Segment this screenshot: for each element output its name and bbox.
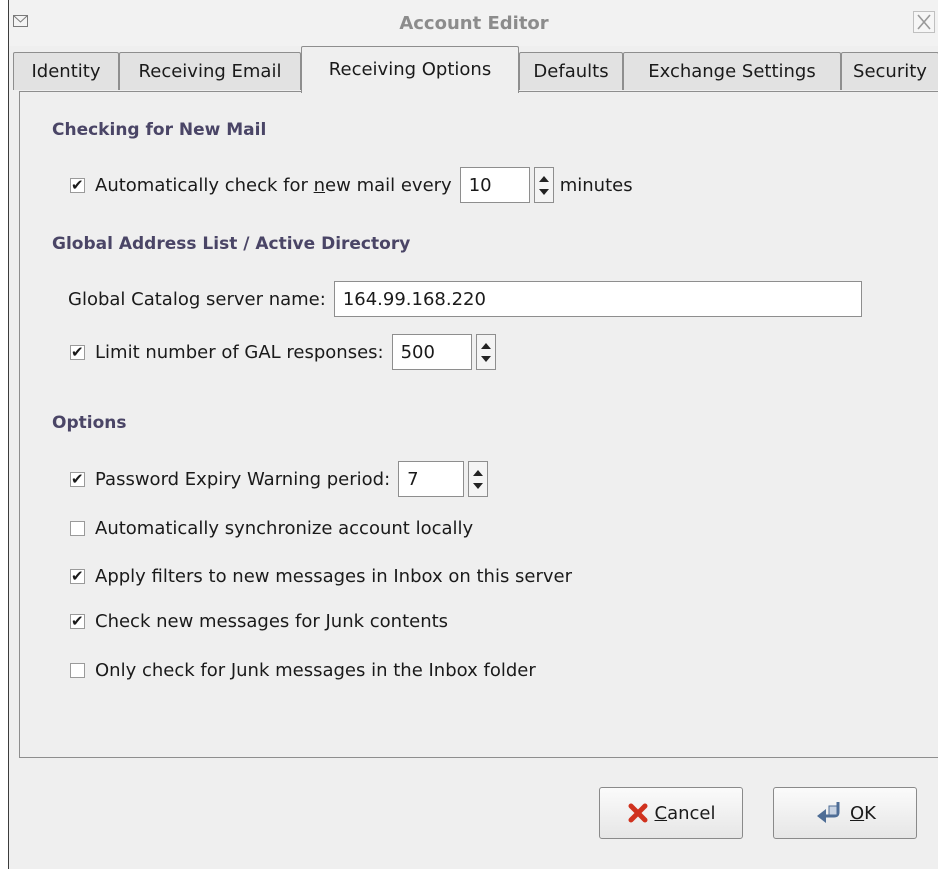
options-heading: Options xyxy=(52,413,127,433)
gal-limit-spinner xyxy=(391,334,496,370)
tab-identity[interactable]: Identity xyxy=(13,52,119,90)
password-expiry-checkbox[interactable] xyxy=(70,469,85,489)
ok-button[interactable]: OK xyxy=(773,787,917,839)
option-item-sync: Automatically synchronize account locall… xyxy=(70,510,473,546)
tab-exchange-settings[interactable]: Exchange Settings xyxy=(623,52,841,90)
cancel-button[interactable]: Cancel xyxy=(599,787,743,839)
apply-filters-label: Apply filters to new messages in Inbox o… xyxy=(95,565,573,587)
gal-limit-stepper[interactable] xyxy=(475,334,496,370)
check-junk-label: Check new messages for Junk contents xyxy=(95,610,449,632)
check-junk-checkbox[interactable] xyxy=(70,611,85,631)
check-interval-input[interactable] xyxy=(459,167,530,203)
auto-check-checkbox[interactable] xyxy=(70,175,85,195)
ok-button-label: OK xyxy=(850,802,876,824)
password-expiry-spinner xyxy=(398,461,489,497)
sync-locally-checkbox[interactable] xyxy=(70,520,85,536)
tab-bar: Identity Receiving Email Receiving Optio… xyxy=(13,46,938,93)
catalog-server-label: Global Catalog server name: xyxy=(68,288,326,310)
arrow-up-icon[interactable] xyxy=(538,176,549,182)
junk-inbox-only-label: Only check for Junk messages in the Inbo… xyxy=(95,659,536,681)
option-item-junk-inbox: Only check for Junk messages in the Inbo… xyxy=(70,652,536,688)
ok-return-arrow-icon xyxy=(817,802,840,823)
arrow-up-icon[interactable] xyxy=(480,343,491,349)
cancel-button-label: Cancel xyxy=(654,802,716,824)
tab-receiving-options[interactable]: Receiving Options xyxy=(301,46,519,93)
gal-limit-input[interactable] xyxy=(391,334,472,370)
gal-limit-checkbox[interactable] xyxy=(70,342,85,362)
receiving-options-panel: Checking for New Mail Automatically chec… xyxy=(19,91,938,758)
apply-filters-checkbox[interactable] xyxy=(70,566,85,586)
tab-receiving-email[interactable]: Receiving Email xyxy=(119,52,301,90)
check-interval-spinner xyxy=(459,167,554,203)
gal-heading: Global Address List / Active Directory xyxy=(52,234,411,254)
auto-check-row: Automatically check for new mail every m… xyxy=(70,167,633,203)
close-window-icon[interactable] xyxy=(913,11,935,33)
option-item-filters: Apply filters to new messages in Inbox o… xyxy=(70,558,572,594)
tab-defaults[interactable]: Defaults xyxy=(519,52,623,90)
tab-security[interactable]: Security xyxy=(841,52,938,90)
window-title: Account Editor xyxy=(399,13,549,34)
gal-limit-row: Limit number of GAL responses: xyxy=(70,334,502,370)
password-expiry-label: Password Expiry Warning period: xyxy=(95,468,391,490)
arrow-down-icon[interactable] xyxy=(480,356,491,362)
arrow-up-icon[interactable] xyxy=(473,470,484,476)
account-editor-window: Account Editor Identity Receiving Email … xyxy=(8,0,938,869)
option-item-junk: Check new messages for Junk contents xyxy=(70,603,448,639)
arrow-down-icon[interactable] xyxy=(473,483,484,489)
checking-new-mail-heading: Checking for New Mail xyxy=(52,120,267,140)
minutes-label: minutes xyxy=(559,174,633,196)
title-bar: Account Editor xyxy=(9,0,938,46)
junk-inbox-only-checkbox[interactable] xyxy=(70,662,85,678)
gal-limit-label: Limit number of GAL responses: xyxy=(95,341,384,363)
password-expiry-row: Password Expiry Warning period: xyxy=(70,461,494,497)
check-interval-stepper[interactable] xyxy=(533,167,554,203)
password-expiry-input[interactable] xyxy=(398,461,465,497)
arrow-down-icon[interactable] xyxy=(538,189,549,195)
catalog-server-input[interactable] xyxy=(333,281,862,317)
cancel-x-icon xyxy=(628,803,647,823)
sync-locally-label: Automatically synchronize account locall… xyxy=(95,517,474,539)
auto-check-label: Automatically check for new mail every xyxy=(95,174,452,196)
password-expiry-stepper[interactable] xyxy=(468,461,489,497)
catalog-row: Global Catalog server name: xyxy=(68,281,862,317)
